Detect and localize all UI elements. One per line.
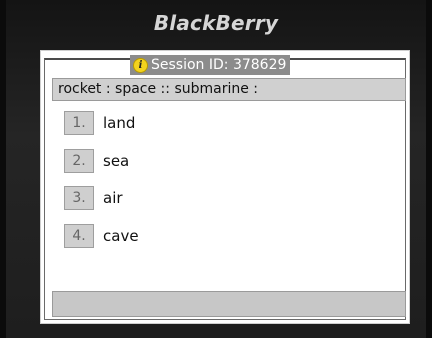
answer-label[interactable]: sea [103, 152, 129, 170]
answer-number-button[interactable]: 3. [64, 186, 94, 210]
answer-label[interactable]: cave [103, 227, 139, 245]
info-icon: i [133, 57, 148, 73]
answer-option-3[interactable]: 3. air [64, 185, 123, 211]
answer-label[interactable]: air [103, 189, 123, 207]
answer-option-1[interactable]: 1. land [64, 110, 135, 136]
bottom-status-bar [52, 291, 406, 317]
answer-number-button[interactable]: 2. [64, 149, 94, 173]
answer-number-button[interactable]: 1. [64, 111, 94, 135]
question-text: rocket : space :: submarine : [52, 78, 406, 101]
answer-label[interactable]: land [103, 114, 135, 132]
answer-option-4[interactable]: 4. cave [64, 223, 139, 249]
answer-number-button[interactable]: 4. [64, 224, 94, 248]
device-screen: i Session ID: 378629 rocket : space :: s… [40, 50, 410, 324]
quiz-frame: i Session ID: 378629 rocket : space :: s… [44, 55, 406, 320]
session-badge: i Session ID: 378629 [130, 55, 291, 75]
session-id-label: Session ID: 378629 [151, 57, 287, 73]
answer-option-2[interactable]: 2. sea [64, 148, 129, 174]
device-body: BlackBerry i Session ID: 378629 rocket :… [0, 0, 432, 338]
brand-logo: BlackBerry [153, 11, 279, 35]
